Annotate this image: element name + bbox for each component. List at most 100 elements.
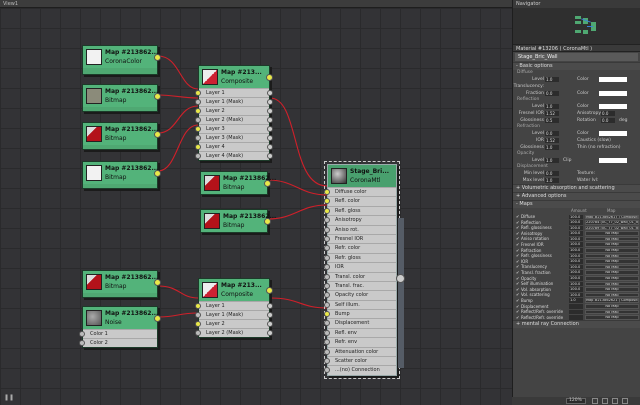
output-port[interactable] [264, 218, 271, 225]
map-amount-spinner[interactable]: 100.0 [569, 225, 583, 231]
input-port[interactable] [324, 301, 330, 308]
slot-out-port[interactable] [267, 108, 273, 114]
output-port[interactable] [154, 93, 161, 100]
input-port[interactable] [195, 90, 201, 96]
slot[interactable]: Fresnel IOR [324, 233, 396, 244]
input-port[interactable] [324, 348, 330, 355]
input-port[interactable] [195, 135, 201, 141]
node-map-coronacolor[interactable]: Map #213862... CoronaColor [82, 45, 161, 75]
input-port[interactable] [324, 207, 330, 214]
slot[interactable]: Layer 3 [195, 124, 273, 133]
node-composite-2[interactable]: Map #213... Composite Layer 1 Layer 1 (M… [195, 278, 273, 338]
slot[interactable]: Attenuation color [324, 346, 396, 357]
map-slot-button[interactable]: Map #213862621 ( Composite ) [585, 298, 639, 303]
slot[interactable]: Layer 1 [195, 88, 273, 97]
map-slot-button[interactable]: No Map [585, 242, 639, 248]
slot[interactable]: Refr. gloss [324, 252, 396, 263]
map-slot-button[interactable]: No Map [585, 253, 639, 259]
input-port[interactable] [195, 144, 201, 150]
slot-out-port[interactable] [267, 303, 273, 309]
slot[interactable]: IOR [324, 262, 396, 272]
map-amount-spinner[interactable]: 100.0 [569, 259, 583, 264]
slot-out-port[interactable] [267, 90, 273, 96]
input-port[interactable] [324, 198, 330, 205]
map-slot-button[interactable]: 220789 (0C_77_02_wall_01_d1.jpg) [585, 225, 639, 231]
refl-color-swatch[interactable] [599, 104, 627, 109]
slot[interactable]: Scatter color [324, 356, 396, 366]
slot[interactable]: Layer 1 (Mask) [195, 97, 273, 106]
slot-out-port[interactable] [267, 135, 273, 141]
input-port[interactable] [324, 273, 330, 280]
output-port[interactable] [154, 131, 161, 138]
input-port[interactable] [195, 321, 201, 327]
node-map-bitmap-1[interactable]: Map #213862... Bitmap [82, 84, 161, 112]
input-port[interactable] [324, 226, 330, 233]
ior-spinner[interactable]: 1.52 [545, 138, 559, 143]
slot[interactable]: Transl. color [324, 271, 396, 281]
slot[interactable]: Layer 1 (Mask) [195, 310, 273, 319]
map-slot-button[interactable]: No Map [585, 309, 639, 315]
node-map-noise[interactable]: Map #213862... Noise Color 1 Color 2 [79, 306, 161, 348]
map-enable-checkbox[interactable]: ✔ [516, 315, 519, 321]
map-amount-spinner[interactable]: 100.0 [569, 292, 583, 298]
input-port[interactable] [324, 320, 330, 327]
input-port[interactable] [324, 358, 330, 365]
pan-icon[interactable] [602, 398, 608, 404]
node-map-bitmap-6[interactable]: Map #213862... Bitmap [82, 270, 161, 298]
maps-rollout[interactable]: - Maps [513, 200, 640, 208]
node-composite-1[interactable]: Map #213... Composite Layer 1 Layer 1 (M… [195, 65, 273, 161]
material-output-port[interactable] [396, 274, 405, 283]
input-port[interactable] [324, 311, 330, 318]
slot[interactable]: Anisotropy [324, 215, 396, 225]
caustics-checkbox[interactable]: Caustics (slow) [577, 137, 611, 144]
map-slot-button[interactable]: Map #213862617 ( Composite ) [585, 214, 639, 220]
slot-out-port[interactable] [267, 312, 273, 318]
slot[interactable]: Opacity color [324, 290, 396, 300]
fresnel-spinner[interactable]: 1.52 [545, 111, 559, 116]
pause-icon[interactable]: ❚❚ [4, 394, 14, 401]
output-port[interactable] [154, 170, 161, 177]
input-port[interactable] [195, 99, 201, 105]
opacity-color-swatch[interactable] [599, 158, 627, 163]
input-port[interactable] [324, 282, 330, 289]
min-level-spinner[interactable]: 0.0 [545, 171, 559, 176]
slot[interactable]: Color 1 [79, 329, 157, 338]
node-material-coronamtl[interactable]: Stage_Bri... CoronaMtl Diffuse color Ref… [324, 161, 400, 379]
node-map-bitmap-4[interactable]: Map #213862... Bitmap [200, 171, 276, 195]
node-canvas[interactable]: Map #213862... CoronaColor Map #213862..… [0, 8, 512, 405]
slot[interactable]: Color 2 [79, 338, 157, 347]
node-map-bitmap-5[interactable]: Map #213862... Bitmap [200, 209, 276, 233]
input-port[interactable] [324, 339, 330, 346]
map-amount-spinner[interactable]: 100.0 [569, 253, 583, 259]
map-amount-spinner[interactable]: 100.0 [569, 242, 583, 248]
input-port[interactable] [324, 245, 330, 252]
aniso-spinner[interactable]: 0.0 [601, 111, 615, 116]
slot[interactable]: Layer 2 [195, 319, 273, 328]
input-port[interactable] [195, 153, 201, 159]
slot[interactable]: Layer 2 [195, 106, 273, 115]
input-port[interactable] [324, 329, 330, 336]
map-amount-spinner[interactable]: 100.0 [569, 276, 583, 281]
slot[interactable]: Bump [324, 309, 396, 319]
slot[interactable]: Layer 1 [195, 301, 273, 310]
map-slot-button[interactable]: No Map [585, 281, 639, 287]
node-map-bitmap-3[interactable]: Map #213862... Bitmap [82, 161, 161, 189]
navigator-view[interactable] [513, 8, 640, 44]
refr-gloss-spinner[interactable]: 1.0 [545, 145, 559, 150]
map-amount-spinner[interactable]: 100.0 [569, 281, 583, 287]
output-port[interactable] [264, 180, 271, 187]
map-slot-button[interactable]: No Map [585, 270, 639, 276]
slot[interactable]: Layer 2 (Mask) [195, 328, 273, 337]
slot[interactable]: Refl. gloss [324, 205, 396, 216]
slot-out-port[interactable] [267, 99, 273, 105]
map-amount-spinner[interactable]: 100.0 [569, 214, 583, 220]
map-amount-spinner[interactable] [569, 315, 583, 320]
map-slot-button[interactable]: No Map [585, 287, 639, 292]
slot[interactable]: Refl. color [324, 196, 396, 206]
input-port[interactable] [324, 264, 330, 271]
slot[interactable]: Displacement [324, 318, 396, 328]
fraction-spinner[interactable]: 0.0 [545, 91, 559, 96]
input-port[interactable] [195, 126, 201, 132]
slot-out-port[interactable] [267, 126, 273, 132]
input-port[interactable] [195, 330, 201, 336]
